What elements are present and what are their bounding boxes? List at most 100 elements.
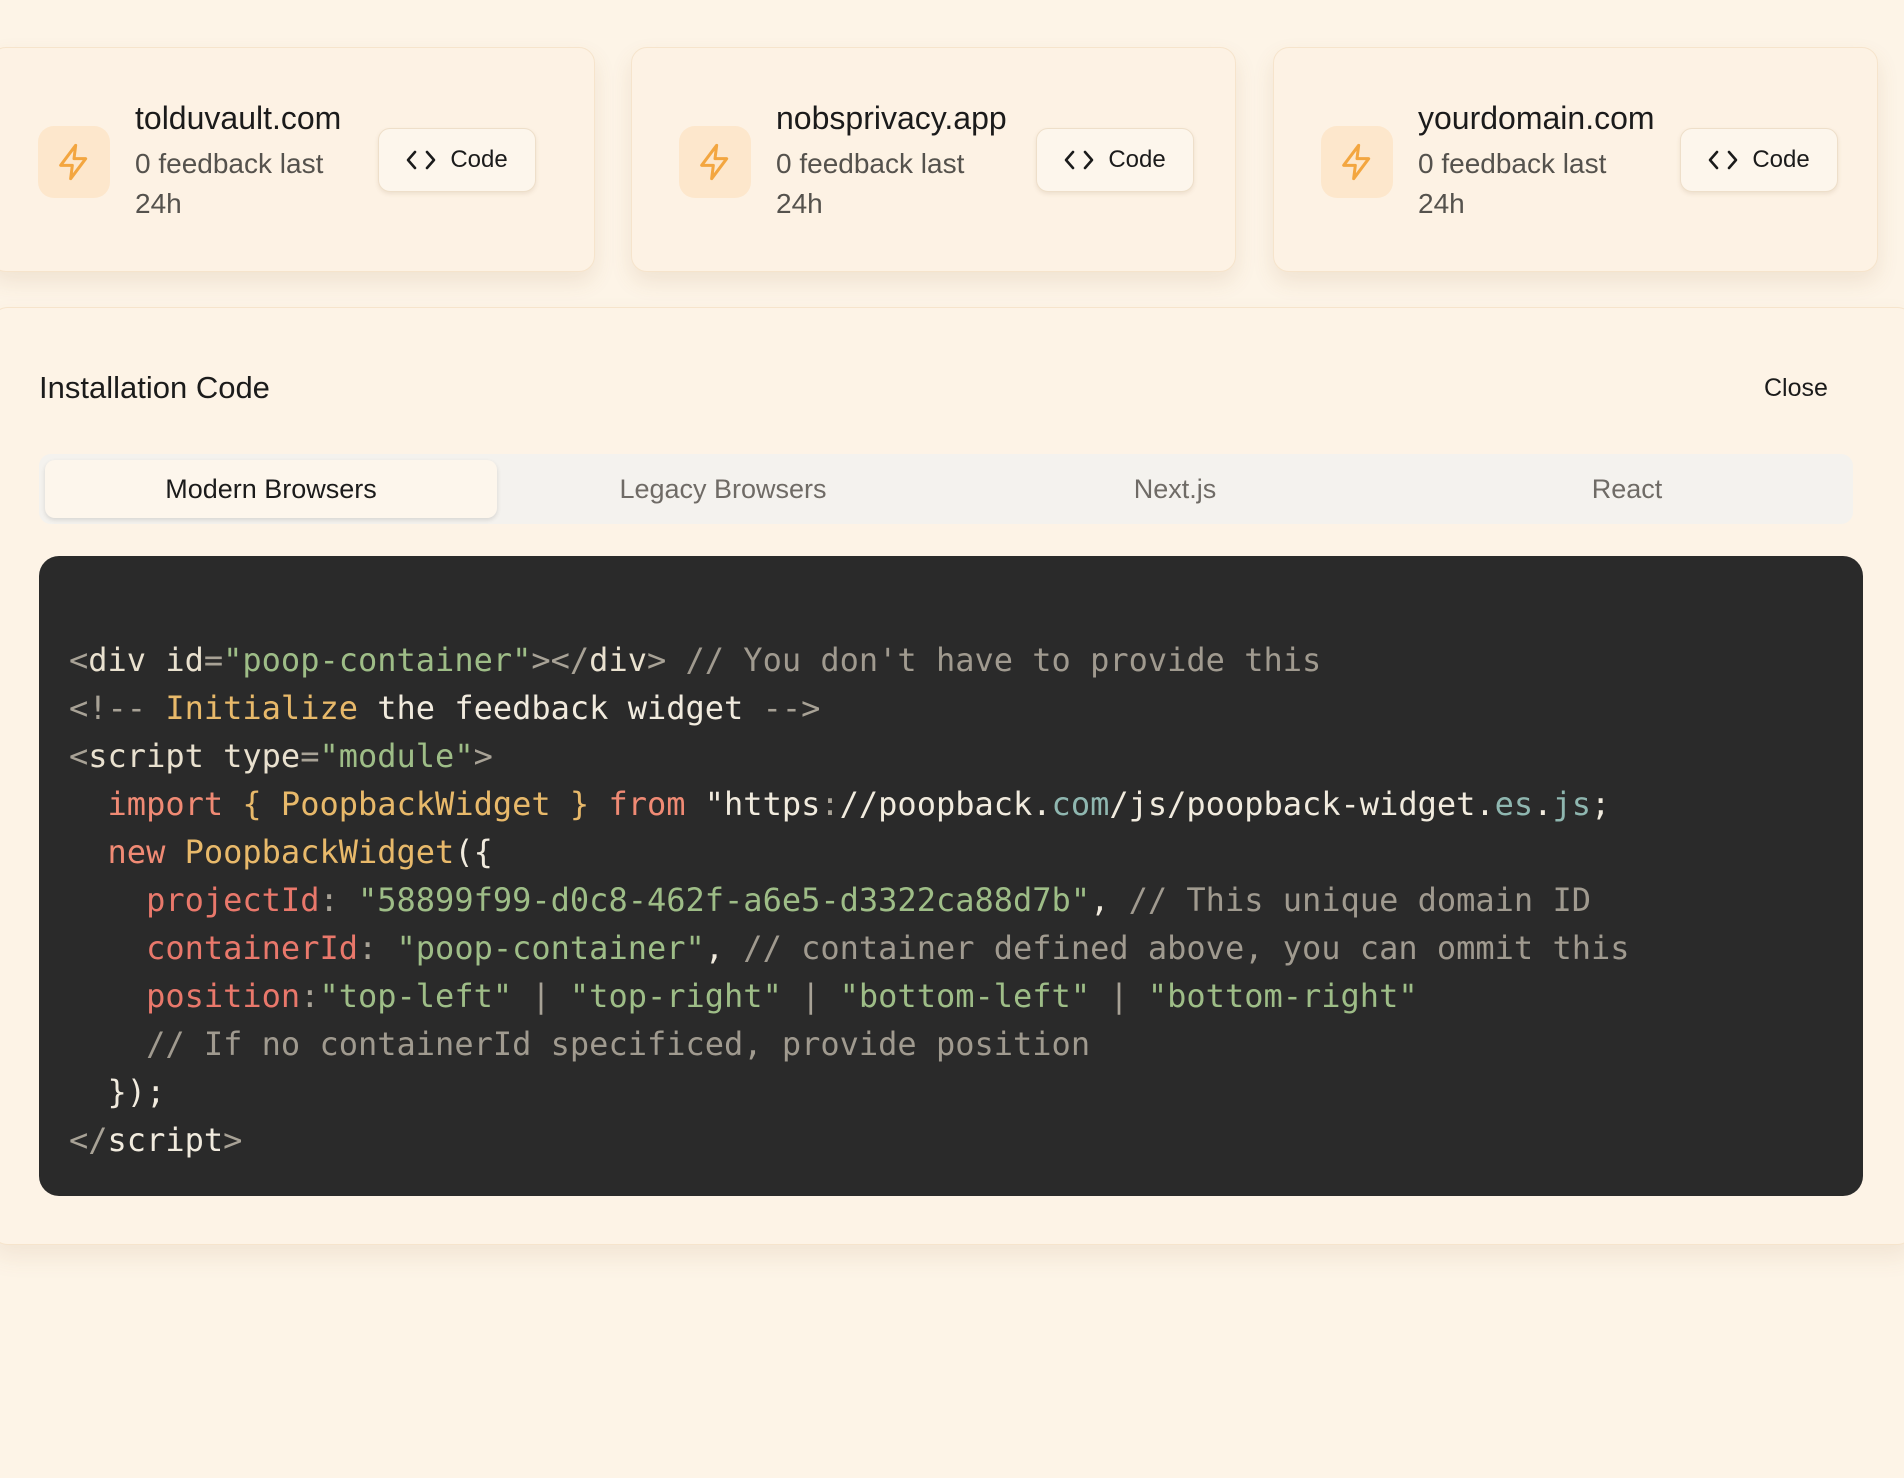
code-token: "58899f99-d0c8-462f-a6e5-d3322ca88d7b" <box>357 881 1091 919</box>
project-domain: yourdomain.com <box>1418 100 1655 136</box>
project-feedback-count: 0 feedback last 24h <box>1418 148 1607 219</box>
code-token: "top-left" <box>319 977 513 1015</box>
installation-code-panel: Installation Code Close Modern Browsers … <box>0 307 1904 1245</box>
code-token: // You don't have to provide this <box>685 641 1322 679</box>
code-token: > <box>473 737 493 775</box>
code-token: div <box>589 641 647 679</box>
code-token: "bottom-left" <box>839 977 1091 1015</box>
project-card: yourdomain.com 0 feedback last 24h Code <box>1273 47 1878 272</box>
code-token: "bottom-right" <box>1147 977 1418 1015</box>
project-feedback-count: 0 feedback last 24h <box>135 148 324 219</box>
tab-modern-browsers[interactable]: Modern Browsers <box>45 460 497 518</box>
code-token: es <box>1494 785 1534 823</box>
project-card: tolduvault.com 0 feedback last 24h Code <box>0 47 595 272</box>
code-button[interactable]: Code <box>378 128 536 192</box>
project-feedback-count: 0 feedback last 24h <box>776 148 965 219</box>
code-token: PoopbackWidget <box>184 833 455 871</box>
code-token: // If no containerId specificed, provide… <box>146 1025 1091 1063</box>
code-token: , <box>1090 881 1129 919</box>
code-token: js <box>1552 785 1591 823</box>
code-token: Initialize <box>165 689 378 727</box>
code-token: "poop-container" <box>223 641 532 679</box>
code-token: import <box>107 785 243 823</box>
code-token: from <box>608 785 705 823</box>
close-button[interactable]: Close <box>1764 374 1828 403</box>
code-token: new <box>107 833 185 871</box>
code-button[interactable]: Code <box>1036 128 1194 192</box>
code-line: // If no containerId specificed, provide… <box>69 1020 1863 1068</box>
code-token: div <box>88 641 166 679</box>
lightning-bolt-icon <box>1321 126 1393 198</box>
code-brackets-icon <box>407 150 436 170</box>
code-token: --> <box>762 689 821 727</box>
lightning-bolt-icon <box>679 126 751 198</box>
lightning-bolt-icon <box>38 126 110 198</box>
code-token: script <box>107 1121 224 1159</box>
code-token: | <box>1090 977 1148 1015</box>
code-token: //poopback. <box>839 785 1052 823</box>
code-line: import { PoopbackWidget } from "https://… <box>69 780 1863 828</box>
code-token: position <box>146 977 301 1015</box>
code-token: containerId <box>146 929 358 967</box>
tab-nextjs[interactable]: Next.js <box>949 460 1401 518</box>
code-token: = <box>203 641 224 679</box>
project-cards: tolduvault.com 0 feedback last 24h Code … <box>0 47 1890 272</box>
code-token: script <box>88 737 224 775</box>
code-token: "poop-container" <box>396 929 705 967</box>
code-token: the feedback widget <box>377 689 763 727</box>
tab-react[interactable]: React <box>1401 460 1853 518</box>
code-token: < <box>69 737 89 775</box>
code-line: <!-- Initialize the feedback widget --> <box>69 684 1863 732</box>
project-card: nobsprivacy.app 0 feedback last 24h Code <box>631 47 1236 272</box>
code-button[interactable]: Code <box>1680 128 1838 192</box>
code-line: position:"top-left" | "top-right" | "bot… <box>69 972 1863 1020</box>
code-button-label: Code <box>1108 146 1166 173</box>
code-token: : <box>319 881 358 919</box>
code-line: new PoopbackWidget({ <box>69 828 1863 876</box>
code-token: }); <box>69 1073 166 1111</box>
code-brackets-icon <box>1709 150 1738 170</box>
code-token: "top-right" <box>569 977 782 1015</box>
code-token: ; <box>1590 785 1611 823</box>
code-line: }); <box>69 1068 1863 1116</box>
code-token: | <box>512 977 570 1015</box>
code-token: : <box>357 929 397 967</box>
code-token: < <box>69 641 89 679</box>
code-token: | <box>781 977 840 1015</box>
code-token: // This unique domain ID <box>1128 881 1591 919</box>
code-block[interactable]: <div id="poop-container"></div> // You d… <box>39 556 1863 1196</box>
code-button-label: Code <box>450 146 508 173</box>
code-token: ({ <box>454 833 493 871</box>
panel-title: Installation Code <box>39 370 270 405</box>
code-line: <div id="poop-container"></div> // You d… <box>69 636 1863 684</box>
code-line: <script type="module"> <box>69 732 1863 780</box>
code-token: "https <box>704 785 821 823</box>
code-token: "module" <box>319 737 474 775</box>
code-token: : <box>820 785 840 823</box>
project-domain: tolduvault.com <box>135 100 342 136</box>
code-token: // container defined above, you can ommi… <box>743 929 1630 967</box>
code-token: { PoopbackWidget } <box>242 785 609 823</box>
code-token: . <box>1533 785 1553 823</box>
code-token: com <box>1051 785 1110 823</box>
code-token: <!-- <box>69 689 166 727</box>
code-token: id <box>165 641 204 679</box>
code-token: : <box>300 977 320 1015</box>
code-token: </ <box>69 1121 108 1159</box>
browser-tabs: Modern Browsers Legacy Browsers Next.js … <box>39 454 1853 524</box>
code-line: containerId: "poop-container", // contai… <box>69 924 1863 972</box>
code-token: projectId <box>146 881 320 919</box>
project-domain: nobsprivacy.app <box>776 100 1007 136</box>
code-brackets-icon <box>1065 150 1094 170</box>
code-token: > <box>223 1121 243 1159</box>
code-token: type <box>223 737 301 775</box>
code-line: </script> <box>69 1116 1863 1164</box>
code-token: > <box>646 641 686 679</box>
tab-legacy-browsers[interactable]: Legacy Browsers <box>497 460 949 518</box>
